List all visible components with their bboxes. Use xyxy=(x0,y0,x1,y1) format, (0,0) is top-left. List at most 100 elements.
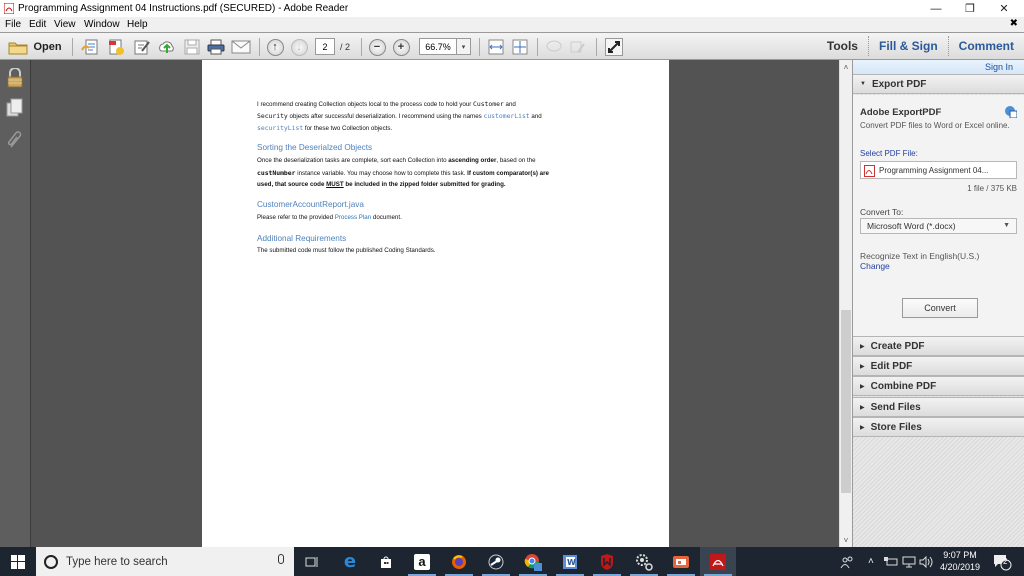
vertical-scrollbar[interactable]: ˄ ˅ xyxy=(839,60,852,547)
pdf-page: I recommend creating Collection objects … xyxy=(202,60,669,547)
send-files-section[interactable]: ▶ Send Files xyxy=(853,397,1024,417)
highlight-button[interactable] xyxy=(569,37,587,57)
create-pdf-section[interactable]: ▶ Create PDF xyxy=(853,336,1024,356)
heading-additional-requirements: Additional Requirements xyxy=(257,234,347,243)
close-document-icon[interactable]: ✖ xyxy=(1010,18,1018,29)
system-clock[interactable]: 9:07 PM 4/20/2019 xyxy=(935,549,985,573)
attachments-icon[interactable] xyxy=(6,130,24,150)
windows-taskbar: Type here to search e a W ˄ 9:07 PM 4/20… xyxy=(0,547,1024,576)
change-language-link[interactable]: Change xyxy=(860,261,890,271)
convert-button[interactable]: Convert xyxy=(902,298,978,318)
combine-pdf-section[interactable]: ▶ Combine PDF xyxy=(853,376,1024,396)
fit-width-icon xyxy=(488,39,504,55)
taskbar-mcafee[interactable] xyxy=(589,547,625,576)
taskbar-chrome[interactable] xyxy=(515,547,551,576)
save-button[interactable] xyxy=(182,37,202,57)
task-view-button[interactable] xyxy=(294,547,330,576)
microphone-icon[interactable] xyxy=(278,554,284,564)
task-view-icon xyxy=(305,556,318,567)
chevron-down-icon: ▾ xyxy=(461,43,466,51)
menu-view[interactable]: View xyxy=(54,19,76,30)
document-viewer[interactable]: I recommend creating Collection objects … xyxy=(31,60,839,547)
notification-count: 2 xyxy=(1003,557,1008,566)
menu-edit[interactable]: Edit xyxy=(29,19,46,30)
taskbar-edge[interactable]: e xyxy=(332,547,368,576)
store-files-section[interactable]: ▶ Store Files xyxy=(853,417,1024,437)
taskbar-powerpoint[interactable] xyxy=(663,547,699,576)
triangle-right-icon: ▶ xyxy=(860,404,865,411)
zoom-in-button[interactable]: + xyxy=(392,37,410,57)
security-lock-icon[interactable] xyxy=(6,68,24,88)
zoom-dropdown-button[interactable]: ▾ xyxy=(457,38,471,55)
minimize-button[interactable]: — xyxy=(918,0,954,17)
format-select[interactable]: Microsoft Word (*.docx) ▼ xyxy=(860,218,1017,234)
show-hidden-icons-icon[interactable]: ˄ xyxy=(868,547,874,576)
previous-page-button[interactable]: ↑ xyxy=(266,37,284,57)
pdf-file-icon xyxy=(864,165,875,177)
email-button[interactable] xyxy=(230,37,252,57)
process-plan-link[interactable]: Process Plan xyxy=(335,214,371,221)
full-screen-button[interactable] xyxy=(604,37,624,57)
create-pdf-button[interactable] xyxy=(80,37,100,57)
taskbar-store[interactable] xyxy=(368,547,404,576)
toolbar-separator xyxy=(259,38,260,56)
export-pdf-button[interactable] xyxy=(106,37,126,57)
scroll-up-icon[interactable]: ˄ xyxy=(840,60,852,74)
volume-icon[interactable] xyxy=(919,547,933,576)
toolbar-separator xyxy=(537,38,538,56)
taskbar-steam[interactable] xyxy=(478,547,514,576)
taskbar-firefox[interactable] xyxy=(441,547,477,576)
firefox-icon xyxy=(452,554,466,569)
scroll-down-icon[interactable]: ˅ xyxy=(840,533,852,547)
page-number-input[interactable]: 2 xyxy=(315,38,335,55)
fit-page-button[interactable] xyxy=(511,37,529,57)
taskbar-adobe-reader[interactable] xyxy=(700,547,736,576)
window-title: Programming Assignment 04 Instructions.p… xyxy=(18,3,349,14)
zoom-level-input[interactable]: 66.7% xyxy=(419,38,457,55)
adobe-reader-icon xyxy=(710,553,726,570)
menu-file[interactable]: File xyxy=(5,19,21,30)
toolbar-separator xyxy=(361,38,362,56)
taskbar-search-box[interactable]: Type here to search xyxy=(36,547,294,576)
next-page-button[interactable]: ↓ xyxy=(290,37,308,57)
highlight-text-icon xyxy=(570,41,585,53)
edit-button[interactable] xyxy=(132,37,152,57)
people-icon[interactable] xyxy=(840,547,854,576)
close-button[interactable]: ✕ xyxy=(986,0,1022,17)
taskbar-settings[interactable] xyxy=(626,547,662,576)
edit-pdf-section[interactable]: ▶ Edit PDF xyxy=(853,356,1024,376)
pages-icon[interactable] xyxy=(6,98,24,118)
print-button[interactable] xyxy=(206,37,226,57)
menu-window[interactable]: Window xyxy=(84,19,120,30)
heading-sorting: Sorting the Deserialzed Objects xyxy=(257,143,373,152)
tab-tools[interactable]: Tools xyxy=(817,33,868,59)
taskbar-amazon[interactable]: a xyxy=(404,547,440,576)
fit-width-button[interactable] xyxy=(487,37,505,57)
comment-button[interactable] xyxy=(545,37,563,57)
scrollbar-thumb[interactable] xyxy=(841,310,851,493)
create-pdf-icon xyxy=(81,39,98,55)
sign-in-link[interactable]: Sign In xyxy=(853,60,1024,74)
action-center-button[interactable]: 2 xyxy=(992,547,1012,576)
selected-file-field[interactable]: Programming Assignment 04... xyxy=(860,161,1017,179)
minus-icon: − xyxy=(368,38,386,56)
open-button[interactable]: Open xyxy=(6,37,64,57)
taskbar-word[interactable]: W xyxy=(552,547,588,576)
tab-fill-sign[interactable]: Fill & Sign xyxy=(869,33,948,59)
edit-icon xyxy=(134,40,150,55)
export-pdf-header[interactable]: ▼ Export PDF xyxy=(853,74,1024,94)
adobe-reader-icon xyxy=(4,3,14,14)
presentation-icon xyxy=(673,555,689,568)
upload-cloud-button[interactable] xyxy=(157,37,177,57)
tab-comment[interactable]: Comment xyxy=(949,33,1024,59)
select-file-label: Select PDF File: xyxy=(860,149,918,158)
zoom-out-button[interactable]: − xyxy=(368,37,386,57)
close-icon: ✕ xyxy=(999,3,1009,15)
menu-help[interactable]: Help xyxy=(127,19,148,30)
network-icon[interactable] xyxy=(902,547,916,576)
battery-icon[interactable] xyxy=(884,547,898,576)
paragraph-process-plan: Please refer to the provided Process Pla… xyxy=(257,214,402,221)
cortana-icon xyxy=(44,554,58,569)
start-button[interactable] xyxy=(0,547,36,576)
restore-button[interactable]: ❐ xyxy=(952,0,988,17)
